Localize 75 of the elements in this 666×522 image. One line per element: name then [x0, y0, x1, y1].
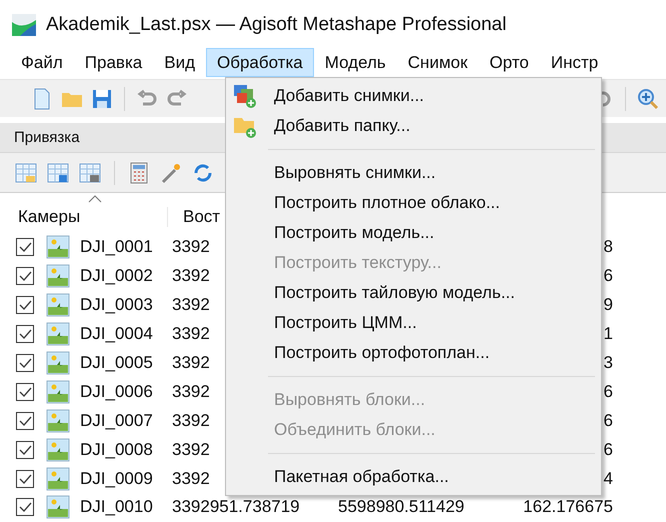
menu-entry[interactable]: Пакетная обработка...: [226, 462, 601, 492]
table-cell: 5598980.511429: [338, 497, 464, 516]
table-cell: DJI_0005: [80, 353, 153, 372]
column-header[interactable]: Камеры: [0, 207, 168, 227]
menu-entry[interactable]: Построить ортофотоплан...: [226, 338, 601, 368]
menu-item[interactable]: Файл: [10, 48, 74, 77]
table-cell: 1: [604, 324, 613, 344]
table-cell: 9: [604, 295, 613, 314]
panel-title: Привязка: [14, 129, 80, 146]
table-cell: 3392: [172, 410, 210, 430]
table-cell: 3392: [172, 440, 210, 459]
image-file-icon: [46, 264, 70, 288]
menu-item[interactable]: Снимок: [396, 48, 479, 77]
image-file-icon: [46, 322, 70, 346]
image-file-icon: [46, 293, 70, 318]
menu-item[interactable]: Обработка: [206, 48, 314, 77]
checkbox[interactable]: [16, 470, 34, 488]
image-file-icon: [46, 438, 70, 462]
window-title: Akademik_Last.psx — Agisoft Metashape Professional: [46, 14, 506, 36]
table-cell: 6: [604, 382, 613, 401]
checkbox[interactable]: [16, 325, 34, 344]
table-cell: 3392: [172, 266, 210, 286]
table-cell: 3392: [172, 237, 210, 256]
menu-item[interactable]: Модель: [314, 48, 397, 77]
image-file-icon: [46, 408, 70, 433]
image-file-icon: [46, 380, 70, 404]
table-cell: 6: [604, 410, 613, 430]
image-file-icon: [46, 495, 70, 520]
table-cell: 3392: [172, 324, 210, 344]
zoom-in-icon[interactable]: [636, 86, 660, 110]
checkbox[interactable]: [16, 412, 34, 430]
table-cell: DJI_0010: [80, 497, 153, 516]
checkbox[interactable]: [16, 440, 34, 459]
table-cell: DJI_0004: [80, 324, 153, 344]
table-cell: 8: [604, 237, 613, 256]
table-camera-icon[interactable]: [78, 160, 102, 184]
table-cell: 3392951.738719: [172, 497, 300, 516]
table-cell: 6: [604, 266, 613, 286]
sort-caret-icon: [88, 195, 102, 203]
table-cell: DJI_0001: [80, 237, 153, 256]
menu-item[interactable]: Орто: [478, 48, 540, 77]
table-cell: 4: [604, 468, 613, 488]
checkbox[interactable]: [16, 354, 34, 372]
menu-entry[interactable]: Построить плотное облако...: [226, 188, 601, 218]
menu-item[interactable]: Инстр: [540, 48, 610, 77]
menu-entry[interactable]: Построить ЦММ...: [226, 308, 601, 338]
checkbox[interactable]: [16, 267, 34, 286]
menu-entry[interactable]: Добавить папку...: [226, 111, 601, 141]
image-file-icon: [46, 351, 70, 375]
app-logo-icon: [12, 14, 36, 36]
table-cell: 162.176675: [523, 497, 613, 516]
image-file-icon: [46, 466, 70, 491]
table-cell: DJI_0008: [80, 440, 153, 459]
menu-entry[interactable]: Построить тайловую модель...: [226, 278, 601, 308]
table-save-icon[interactable]: [46, 160, 70, 184]
image-file-icon: [46, 235, 70, 260]
table-cell: 6: [604, 440, 613, 459]
table-cell: 3392: [172, 468, 210, 488]
table-cell: 3392: [172, 295, 210, 314]
table-cell: DJI_0002: [80, 266, 153, 286]
checkbox[interactable]: [16, 498, 34, 516]
checkbox[interactable]: [16, 238, 34, 256]
checkbox[interactable]: [16, 382, 34, 401]
table-cell: 3392: [172, 382, 210, 401]
table-cell: DJI_0007: [80, 410, 153, 430]
table-cell: 3: [604, 353, 613, 372]
table-cell: DJI_0006: [80, 382, 153, 401]
add-images-icon: [232, 83, 258, 109]
menu-entry[interactable]: Построить модель...: [226, 218, 601, 248]
menu-item[interactable]: Правка: [74, 48, 154, 77]
table-cell: DJI_0009: [80, 468, 153, 488]
table-cell: DJI_0003: [80, 295, 153, 314]
checkbox[interactable]: [16, 296, 34, 314]
menu-item[interactable]: Вид: [153, 48, 206, 77]
table-cell: 3392: [172, 353, 210, 372]
